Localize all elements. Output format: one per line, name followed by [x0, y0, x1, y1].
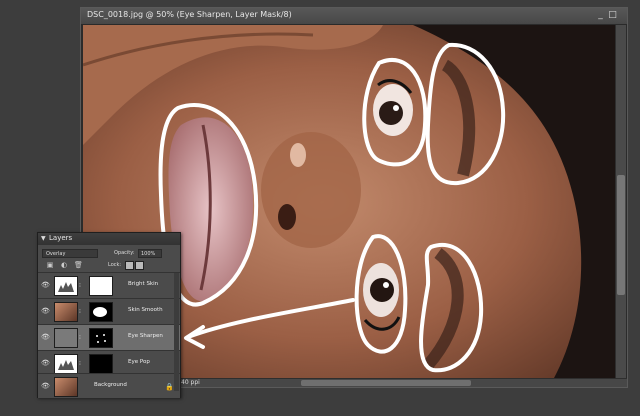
- layer-name: Eye Sharpen: [128, 333, 163, 339]
- layer-mask-thumb[interactable]: [89, 302, 113, 322]
- layer-photo-thumb: [54, 377, 78, 397]
- layer-row-bright-skin[interactable]: 👁 ⁝ Bright Skin: [38, 272, 180, 299]
- visibility-eye-icon[interactable]: 👁: [41, 359, 50, 367]
- levels-adjustment-icon: [54, 276, 78, 296]
- delete-layer-icon[interactable]: 🗑: [74, 261, 83, 269]
- vertical-scrollbar[interactable]: [615, 25, 626, 380]
- lock-label: Lock:: [108, 262, 122, 268]
- opacity-label: Opacity:: [114, 250, 135, 256]
- layers-panel: ▼ Layers Overlay Opacity: 100% ▣ ◐ 🗑 Loc…: [37, 232, 181, 398]
- layer-row-eye-sharpen[interactable]: 👁 ⁝ Eye Sharpen: [38, 324, 180, 351]
- layer-name: Background: [94, 382, 127, 388]
- layer-name: Skin Smooth: [128, 307, 163, 313]
- new-layer-icon[interactable]: ▣: [46, 261, 54, 269]
- document-title: DSC_0018.jpg @ 50% (Eye Sharpen, Layer M…: [87, 10, 292, 19]
- lock-transparency-toggle[interactable]: [125, 261, 134, 270]
- lock-icon: 🔒: [165, 383, 174, 391]
- layer-photo-thumb: [54, 302, 78, 322]
- collapse-triangle-icon[interactable]: ▼: [41, 235, 46, 242]
- layer-gray-thumb: [54, 328, 78, 348]
- visibility-eye-icon[interactable]: 👁: [41, 307, 50, 315]
- link-icon: ⁝: [79, 334, 81, 341]
- visibility-eye-icon[interactable]: 👁: [41, 333, 50, 341]
- zoom-readout: 40 ppi: [181, 379, 200, 386]
- opacity-input[interactable]: 100%: [138, 249, 162, 258]
- layer-mask-thumb[interactable]: [89, 354, 113, 374]
- layer-mask-thumb[interactable]: [89, 276, 113, 296]
- link-icon: ⁝: [79, 282, 81, 289]
- levels-adjustment-icon: [54, 354, 78, 374]
- visibility-eye-icon[interactable]: 👁: [41, 382, 50, 390]
- horizontal-scroll-thumb[interactable]: [301, 380, 471, 386]
- layer-row-skin-smooth[interactable]: 👁 ⁝ Skin Smooth: [38, 298, 180, 325]
- vertical-scroll-thumb[interactable]: [617, 175, 625, 295]
- maximize-icon[interactable]: □: [608, 11, 617, 20]
- document-titlebar[interactable]: DSC_0018.jpg @ 50% (Eye Sharpen, Layer M…: [81, 8, 627, 25]
- minimize-icon[interactable]: _: [596, 11, 605, 20]
- adjustment-layer-icon[interactable]: ◐: [60, 261, 68, 269]
- layer-name: Bright Skin: [128, 281, 159, 287]
- link-icon: ⁝: [79, 360, 81, 367]
- layer-mask-thumb[interactable]: [89, 328, 113, 348]
- layers-panel-title: Layers: [49, 234, 73, 242]
- layers-panel-header[interactable]: ▼ Layers: [38, 233, 180, 245]
- link-icon: ⁝: [79, 308, 81, 315]
- lock-all-toggle[interactable]: [135, 261, 144, 270]
- layer-row-background[interactable]: 👁 Background 🔒: [38, 373, 180, 398]
- blend-mode-select[interactable]: Overlay: [42, 249, 98, 258]
- layers-scrollbar[interactable]: [174, 273, 179, 391]
- visibility-eye-icon[interactable]: 👁: [41, 281, 50, 289]
- layer-name: Eye Pop: [128, 359, 150, 365]
